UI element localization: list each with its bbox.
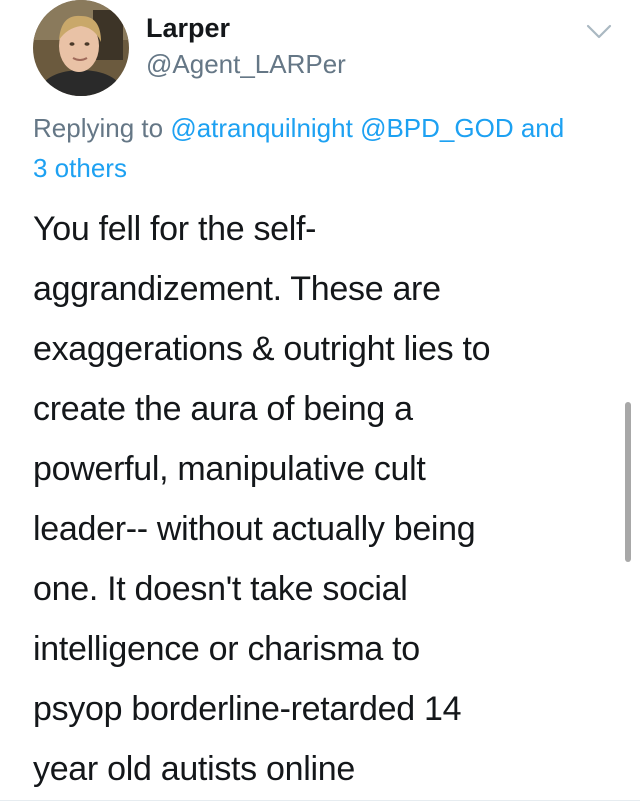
mention-atranquilnight[interactable]: @atranquilnight [170, 113, 353, 143]
user-handle[interactable]: @Agent_LARPer [146, 48, 346, 80]
tweet-text-line: psyop borderline-retarded 14 [33, 690, 462, 728]
scrollbar-thumb[interactable] [625, 402, 631, 562]
tweet-text-line: intelligence or charisma to [33, 630, 420, 668]
tweet: Larper @Agent_LARPer Replying to @atranq… [0, 0, 640, 801]
tweet-text-line: aggrandizement. These are [33, 270, 441, 308]
replying-to-label: Replying to [33, 113, 171, 143]
avatar[interactable] [33, 0, 129, 96]
replying-to: Replying to @atranquilnight @BPD_GOD and… [33, 108, 623, 188]
tweet-text-line: powerful, manipulative cult [33, 450, 426, 488]
tweet-text-line: create the aura of being a [33, 390, 413, 428]
display-name[interactable]: Larper [146, 12, 346, 44]
author-block: Larper @Agent_LARPer [146, 12, 346, 80]
tweet-text-line: leader-- without actually being [33, 510, 476, 548]
mention-others-link[interactable]: 3 others [33, 153, 127, 183]
tweet-text-line: year old autists online [33, 750, 355, 788]
replying-to-joiner[interactable]: and [514, 113, 564, 143]
tweet-menu-button[interactable] [584, 20, 614, 44]
tweet-text-line: You fell for the self- [33, 210, 317, 248]
mention-bpd-god[interactable]: @BPD_GOD [360, 113, 514, 143]
tweet-text-line: exaggerations & outright lies to [33, 330, 491, 368]
tweet-text: You fell for the self- aggrandizement. T… [33, 199, 613, 799]
tweet-text-line: one. It doesn't take social [33, 570, 408, 608]
user-avatar-photo-icon [33, 0, 129, 96]
chevron-down-icon [586, 24, 612, 39]
